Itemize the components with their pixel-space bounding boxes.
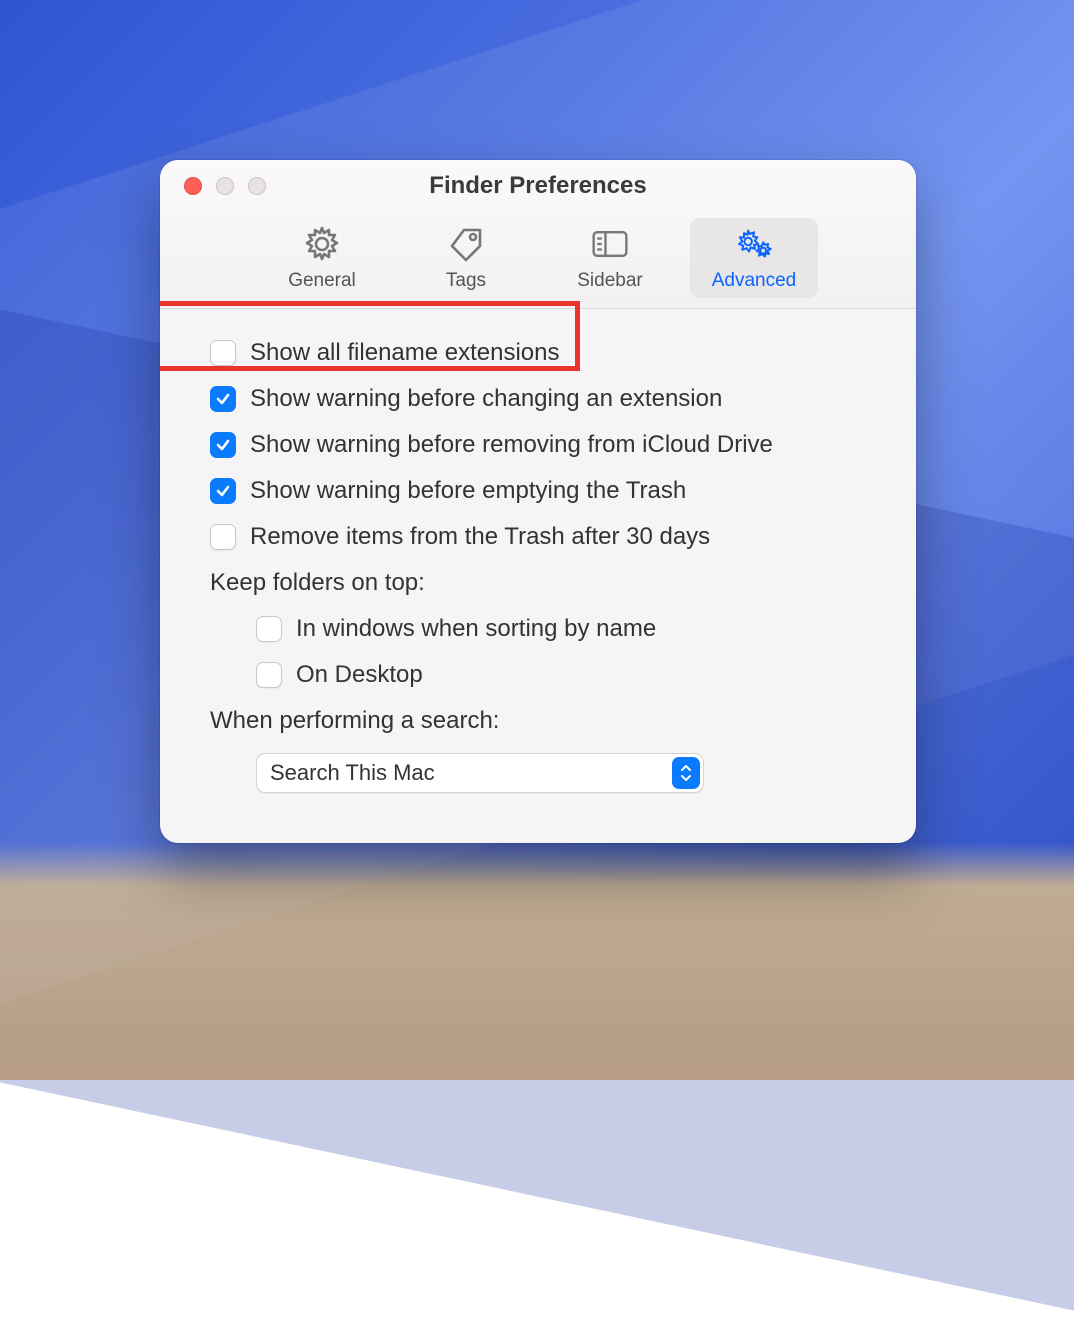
tab-sidebar[interactable]: Sidebar [546,218,674,298]
tag-icon [446,224,486,264]
option-remove-trash-30[interactable]: Remove items from the Trash after 30 day… [210,523,866,551]
checkbox[interactable] [210,524,236,550]
checkbox[interactable] [210,432,236,458]
option-show-extensions[interactable]: Show all filename extensions [210,339,866,367]
sidebar-icon [590,224,630,264]
checkbox[interactable] [210,386,236,412]
titlebar: Finder Preferences General [160,160,916,309]
select-stepper-icon [672,757,700,789]
checkbox[interactable] [256,662,282,688]
tab-advanced[interactable]: Advanced [690,218,818,298]
option-warn-change-ext[interactable]: Show warning before changing an extensio… [210,385,866,413]
gear-icon [302,224,342,264]
checkbox[interactable] [210,478,236,504]
tab-label: Advanced [712,270,797,292]
option-label: On Desktop [296,661,423,689]
option-label: In windows when sorting by name [296,615,656,643]
preferences-tabs: General Tags [160,212,916,308]
checkbox[interactable] [256,616,282,642]
window-title: Finder Preferences [160,172,916,200]
option-warn-empty-trash[interactable]: Show warning before emptying the Trash [210,477,866,505]
search-scope-select[interactable]: Search This Mac [256,753,704,793]
advanced-pane: Show all filename extensions Show warnin… [160,309,916,843]
option-label: Show all filename extensions [250,339,560,367]
checkbox[interactable] [210,340,236,366]
option-label: Show warning before emptying the Trash [250,477,686,505]
gears-icon [734,224,774,264]
tab-tags[interactable]: Tags [402,218,530,298]
finder-preferences-window: Finder Preferences General [160,160,916,843]
tab-label: Tags [446,270,486,292]
tab-general[interactable]: General [258,218,386,298]
zoom-window-button[interactable] [248,177,266,195]
option-warn-remove-icloud[interactable]: Show warning before removing from iCloud… [210,431,866,459]
option-label: Remove items from the Trash after 30 day… [250,523,710,551]
tab-label: Sidebar [577,270,643,292]
keep-on-top-label: Keep folders on top: [210,569,866,597]
option-keep-on-desktop[interactable]: On Desktop [210,661,866,689]
tab-label: General [288,270,356,292]
traffic-lights [160,177,266,195]
search-label: When performing a search: [210,707,866,735]
close-window-button[interactable] [184,177,202,195]
minimize-window-button[interactable] [216,177,234,195]
option-label: Show warning before changing an extensio… [250,385,722,413]
select-value: Search This Mac [270,760,435,786]
option-keep-in-windows[interactable]: In windows when sorting by name [210,615,866,643]
option-label: Show warning before removing from iCloud… [250,431,773,459]
